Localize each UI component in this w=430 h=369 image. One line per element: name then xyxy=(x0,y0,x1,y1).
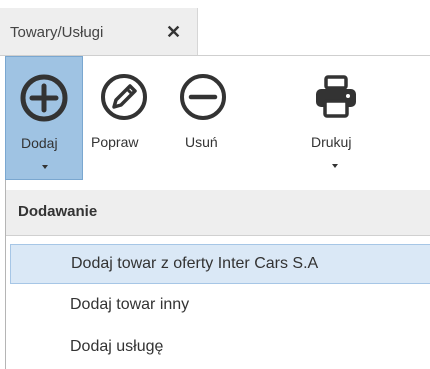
tab-towary-uslugi[interactable]: Towary/Usługi ✕ xyxy=(0,8,198,55)
menu-item-label: Dodaj towar inny xyxy=(70,296,190,313)
chevron-down-icon xyxy=(332,164,338,168)
dropdown-header-label: Dodawanie xyxy=(18,203,98,220)
chevron-down-icon xyxy=(42,165,48,169)
edit-button[interactable]: Popraw xyxy=(84,56,164,180)
delete-button-label: Usuń xyxy=(185,134,218,150)
pencil-circle-icon xyxy=(101,74,147,120)
tab-label: Towary/Usługi xyxy=(10,24,104,41)
menu-item-add-other-product[interactable]: Dodaj towar inny xyxy=(10,286,430,326)
menu-item-label: Dodaj usługę xyxy=(70,338,164,355)
app-window: Towary/Usługi ✕ Dodaj Popraw Usuń Drukuj… xyxy=(0,0,430,369)
menu-item-label: Dodaj towar z oferty Inter Cars S.A xyxy=(71,255,319,272)
menu-item-add-product-intercars[interactable]: Dodaj towar z oferty Inter Cars S.A xyxy=(10,244,430,284)
menu-item-add-service[interactable]: Dodaj usługę xyxy=(10,328,430,368)
delete-button[interactable]: Usuń xyxy=(165,56,245,180)
add-button[interactable]: Dodaj xyxy=(5,56,83,180)
add-button-label: Dodaj xyxy=(21,135,58,151)
add-dropdown-menu: Dodawanie Dodaj towar z oferty Inter Car… xyxy=(5,180,430,369)
print-button[interactable]: Drukuj xyxy=(290,56,380,180)
print-button-label: Drukuj xyxy=(311,134,352,150)
plus-circle-icon xyxy=(20,74,68,122)
dropdown-header: Dodawanie xyxy=(6,190,430,236)
tab-strip: Towary/Usługi ✕ xyxy=(0,0,430,55)
printer-icon xyxy=(316,75,356,118)
close-icon[interactable]: ✕ xyxy=(166,22,181,43)
ribbon-toolbar: Dodaj Popraw Usuń Drukuj xyxy=(0,56,430,180)
edit-button-label: Popraw xyxy=(91,134,139,150)
minus-circle-icon xyxy=(180,74,226,120)
